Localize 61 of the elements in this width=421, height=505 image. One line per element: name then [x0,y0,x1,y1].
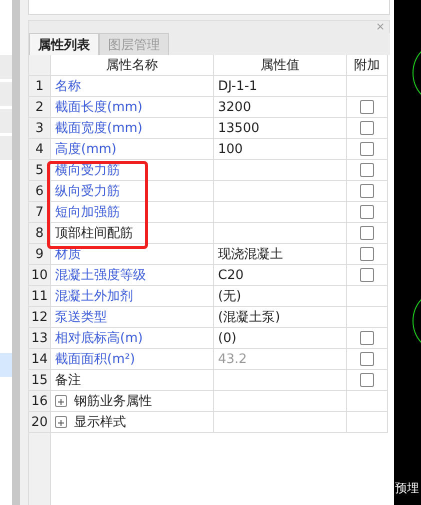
property-name: 高度(mm) [51,139,214,160]
checkbox[interactable] [360,100,374,114]
property-value: (0) [214,328,347,349]
property-value: 100 [214,139,347,160]
row-number: 13 [29,328,51,349]
row-number: 15 [29,370,51,391]
property-value: C20 [214,265,347,286]
group-name: 钢筋业务属性 [74,393,152,410]
property-name: 混凝土外加剂 [51,286,214,307]
property-name: 短向加强筋 [51,202,214,223]
column-header: 属性名称 [51,55,214,76]
row-number: 3 [29,118,51,139]
property-name: 截面长度(mm) [51,97,214,118]
column-header: 附加 [347,55,388,76]
column-header: 属性值 [214,55,347,76]
property-value: (混凝土泵) [214,307,347,328]
row-number: 14 [29,349,51,370]
property-value: (无) [214,286,347,307]
close-button[interactable]: × [376,22,385,32]
checkbox[interactable] [360,184,374,198]
scrollbar[interactable] [12,0,20,505]
checkbox[interactable] [360,268,374,282]
property-name: 名称 [51,76,214,97]
checkbox[interactable] [360,331,374,345]
canvas-label: 预埋 [394,480,419,497]
checkbox[interactable] [360,121,374,135]
property-value: 43.2 [214,349,347,370]
plus-icon[interactable] [55,416,67,428]
checkbox[interactable] [360,352,374,366]
row-number: 10 [29,265,51,286]
property-name: 备注 [51,370,214,391]
property-name: 横向受力筋 [51,160,214,181]
checkbox[interactable] [360,163,374,177]
row-number: 12 [29,307,51,328]
property-name: 截面宽度(mm) [51,118,214,139]
property-value: 3200 [214,97,347,118]
property-value: 13500 [214,118,347,139]
checkbox[interactable] [360,205,374,219]
group-name: 显示样式 [74,414,126,431]
checkbox[interactable] [360,142,374,156]
property-name: 纵向受力筋 [51,181,214,202]
row-number: 11 [29,286,51,307]
property-name: 顶部柱间配筋 [51,223,214,244]
plus-icon[interactable] [55,395,67,407]
property-value: DJ-1-1 [214,76,347,97]
checkbox[interactable] [360,373,374,387]
row-number: 20 [29,412,51,433]
property-name: 混凝土强度等级 [51,265,214,286]
checkbox[interactable] [360,247,374,261]
property-value: 现浇混凝土 [214,244,347,265]
row-number: 16 [29,391,51,412]
row-number: 9 [29,244,51,265]
row-number: 4 [29,139,51,160]
checkbox[interactable] [360,226,374,240]
property-name: 截面面积(m²) [51,349,214,370]
tab[interactable]: 属性列表 [29,33,99,55]
tab[interactable]: 图层管理 [99,33,169,55]
row-number: 2 [29,97,51,118]
property-name: 泵送类型 [51,307,214,328]
property-name: 相对底标高(m) [51,328,214,349]
row-number: 1 [29,76,51,97]
